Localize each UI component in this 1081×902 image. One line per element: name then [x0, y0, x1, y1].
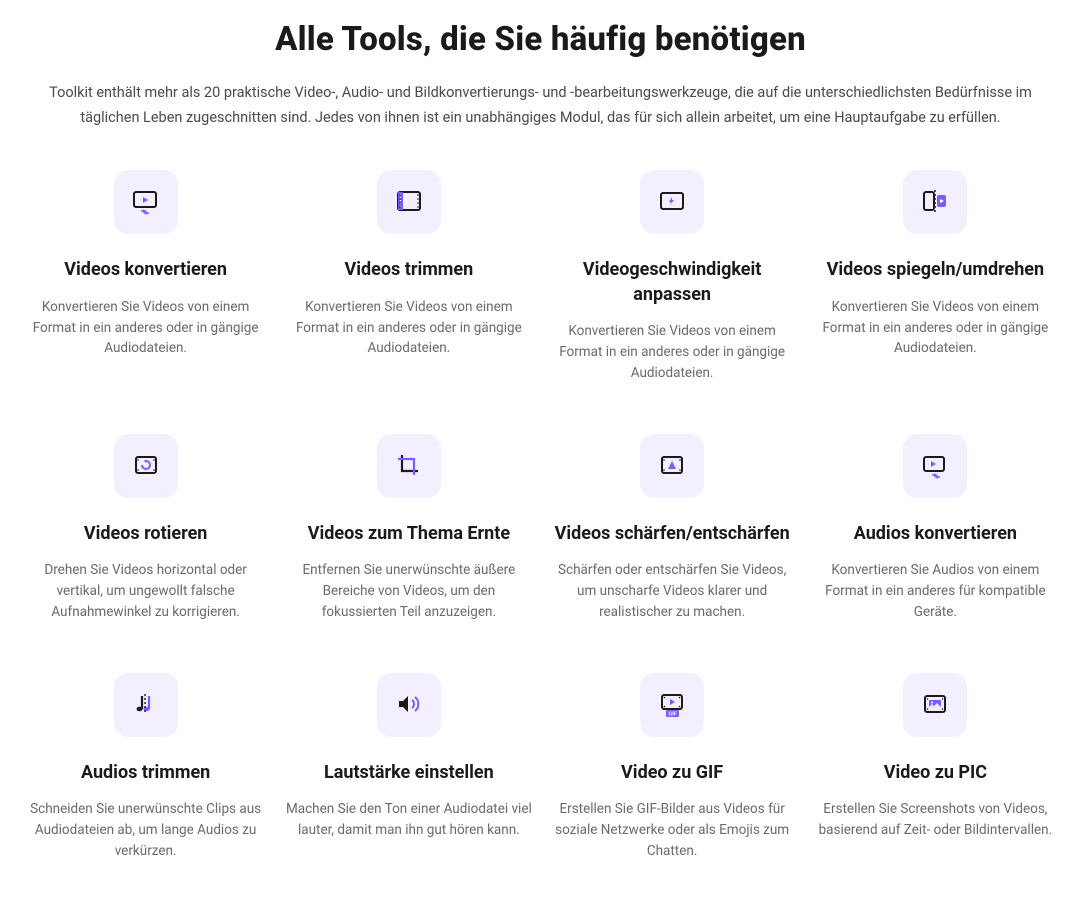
- video-rotate-icon: [114, 434, 178, 498]
- tool-title: Lautstärke einstellen: [324, 761, 494, 785]
- tool-card[interactable]: Videos schärfen/entschärfen Schärfen oder…: [549, 434, 796, 623]
- video-pic-icon: [903, 673, 967, 737]
- tool-card[interactable]: Videos rotieren Drehen Sie Videos horizon…: [22, 434, 269, 623]
- page-header: Alle Tools, die Sie häufig benötigen Too…: [10, 20, 1071, 130]
- tool-description: Drehen Sie Videos horizontal oder vertik…: [22, 560, 269, 623]
- tool-card[interactable]: Videos spiegeln/umdrehen Konvertieren Sie…: [812, 170, 1059, 383]
- video-trim-icon: [377, 170, 441, 234]
- tool-title: Videos spiegeln/umdrehen: [827, 258, 1045, 282]
- video-crop-icon: [377, 434, 441, 498]
- tool-title: Videos schärfen/entschärfen: [555, 522, 790, 546]
- tool-description: Konvertieren Sie Audios von einem Format…: [812, 560, 1059, 623]
- tool-description: Erstellen Sie Screenshots von Videos, ba…: [812, 799, 1059, 841]
- tool-card[interactable]: Videos konvertieren Konvertieren Sie Vide…: [22, 170, 269, 383]
- tool-description: Konvertieren Sie Videos von einem Format…: [549, 321, 796, 384]
- tool-title: Audios trimmen: [81, 761, 210, 785]
- tool-card[interactable]: Lautstärke einstellen Machen Sie den Ton …: [285, 673, 532, 862]
- page-subtitle: Toolkit enthält mehr als 20 praktische V…: [31, 81, 1051, 130]
- tool-card[interactable]: Videos trimmen Konvertieren Sie Videos vo…: [285, 170, 532, 383]
- tool-title: Videos trimmen: [345, 258, 474, 282]
- tool-description: Schneiden Sie unerwünschte Clips aus Aud…: [22, 799, 269, 862]
- audio-trim-icon: [114, 673, 178, 737]
- tool-title: Videogeschwindigkeit anpassen: [549, 258, 796, 307]
- tool-title: Video zu GIF: [621, 761, 723, 785]
- tool-description: Erstellen Sie GIF-Bilder aus Videos für …: [549, 799, 796, 862]
- video-convert-icon: [114, 170, 178, 234]
- tool-card[interactable]: Video zu GIF Erstellen Sie GIF-Bilder aus…: [549, 673, 796, 862]
- tool-card[interactable]: Audios konvertieren Konvertieren Sie Audi…: [812, 434, 1059, 623]
- audio-convert-icon: [903, 434, 967, 498]
- tool-description: Entfernen Sie unerwünschte äußere Bereic…: [285, 560, 532, 623]
- tool-card[interactable]: Audios trimmen Schneiden Sie unerwünschte…: [22, 673, 269, 862]
- tool-title: Videos zum Thema Ernte: [308, 522, 510, 546]
- tool-description: Schärfen oder entschärfen Sie Videos, um…: [549, 560, 796, 623]
- tool-card[interactable]: Videos zum Thema Ernte Entfernen Sie uner…: [285, 434, 532, 623]
- video-mirror-icon: [903, 170, 967, 234]
- tool-description: Konvertieren Sie Videos von einem Format…: [22, 297, 269, 360]
- video-speed-icon: [640, 170, 704, 234]
- tool-description: Machen Sie den Ton einer Audiodatei viel…: [285, 799, 532, 841]
- tools-grid: Videos konvertieren Konvertieren Sie Vide…: [10, 170, 1071, 861]
- video-gif-icon: [640, 673, 704, 737]
- tool-card[interactable]: Video zu PIC Erstellen Sie Screenshots vo…: [812, 673, 1059, 862]
- video-sharpen-icon: [640, 434, 704, 498]
- tool-description: Konvertieren Sie Videos von einem Format…: [285, 297, 532, 360]
- tool-title: Audios konvertieren: [854, 522, 1017, 546]
- tool-card[interactable]: Videogeschwindigkeit anpassen Konvertiere…: [549, 170, 796, 383]
- page-title: Alle Tools, die Sie häufig benötigen: [30, 20, 1051, 59]
- tool-title: Videos konvertieren: [64, 258, 227, 282]
- tool-title: Video zu PIC: [884, 761, 987, 785]
- tool-title: Videos rotieren: [84, 522, 208, 546]
- volume-icon: [377, 673, 441, 737]
- tool-description: Konvertieren Sie Videos von einem Format…: [812, 297, 1059, 360]
